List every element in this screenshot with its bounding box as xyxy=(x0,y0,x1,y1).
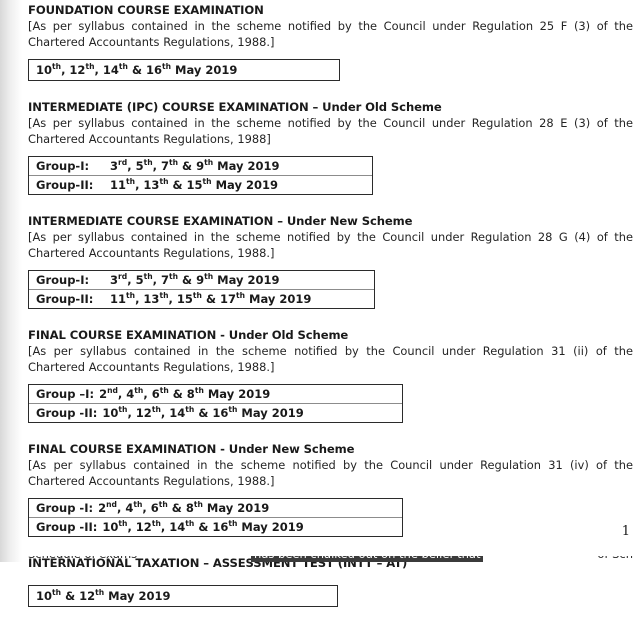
exam-date-row: Group -I: 2nd, 4th, 6th & 8th May 2019 xyxy=(29,499,402,517)
exam-date-row: Group –I: 2nd, 4th, 6th & 8th May 2019 xyxy=(29,385,402,403)
exam-dates: 10th & 12th May 2019 xyxy=(36,588,171,603)
section-heading: FINAL COURSE EXAMINATION - Under New Sch… xyxy=(28,442,355,456)
exam-date-row: 10th & 12th May 2019 xyxy=(29,586,337,606)
cutoff-text-left: Schedule of exams xyxy=(28,556,137,562)
exam-dates: 11th, 13th & 15th May 2019 xyxy=(110,177,278,192)
exam-date-row: 10th, 12th, 14th & 16th May 2019 xyxy=(29,60,339,80)
exam-dates: 2nd, 4th, 6th & 8th May 2019 xyxy=(98,500,270,515)
cutoff-text-right: of Sch xyxy=(597,556,633,562)
group-label: Group -I: xyxy=(36,501,94,515)
exam-dates-box: 10th, 12th, 14th & 16th May 2019 xyxy=(28,59,340,81)
exam-dates: 2nd, 4th, 6th & 8th May 2019 xyxy=(99,386,271,401)
exam-date-row: Group -II: 10th, 12th, 14th & 16th May 20… xyxy=(29,517,402,536)
exam-dates: 11th, 13th, 15th & 17th May 2019 xyxy=(110,291,312,306)
section-regulation-note: [As per syllabus contained in the scheme… xyxy=(28,344,633,374)
exam-schedule-list: FOUNDATION COURSE EXAMINATION [As per syl… xyxy=(28,3,633,620)
exam-dates-box: Group-I: 3rd, 5th, 7th & 9th May 2019 Grou… xyxy=(28,270,375,309)
exam-section-intermediate-new: INTERMEDIATE COURSE EXAMINATION – Under … xyxy=(28,214,633,328)
group-label: Group-II: xyxy=(36,292,94,306)
exam-dates-box: Group -I: 2nd, 4th, 6th & 8th May 2019 Gro… xyxy=(28,498,403,537)
cutoff-partial-line: Schedule of exams has been chalked out o… xyxy=(0,556,639,562)
exam-dates: 10th, 12th, 14th & 16th May 2019 xyxy=(36,62,238,77)
section-heading: FOUNDATION COURSE EXAMINATION xyxy=(28,3,264,17)
exam-section-intermediate-ipc-old: INTERMEDIATE (IPC) COURSE EXAMINATION – … xyxy=(28,100,633,214)
section-heading: INTERMEDIATE (IPC) COURSE EXAMINATION – … xyxy=(28,100,442,114)
section-regulation-note: [As per syllabus contained in the scheme… xyxy=(28,116,633,146)
exam-date-row: Group-II: 11th, 13th, 15th & 17th May 201… xyxy=(29,289,374,308)
exam-dates: 10th, 12th, 14th & 16th May 2019 xyxy=(102,519,304,534)
group-label: Group -II: xyxy=(36,406,98,420)
exam-section-foundation: FOUNDATION COURSE EXAMINATION [As per syl… xyxy=(28,3,633,100)
exam-date-row: Group-I: 3rd, 5th, 7th & 9th May 2019 xyxy=(29,271,374,289)
page-number: 1 xyxy=(621,524,630,539)
exam-date-row: Group -II: 10th, 12th, 14th & 16th May 20… xyxy=(29,403,402,422)
cutoff-text-middle: has been chalked out on the belief that xyxy=(251,556,484,562)
section-regulation-note: [As per syllabus contained in the scheme… xyxy=(28,19,633,49)
exam-date-row: Group-II: 11th, 13th & 15th May 2019 xyxy=(29,175,372,194)
exam-section-intt-at: INTERNATIONAL TAXATION – ASSESSMENT TEST… xyxy=(28,556,633,620)
exam-dates-box: Group-I: 3rd, 5th, 7th & 9th May 2019 Grou… xyxy=(28,156,373,195)
group-label: Group-I: xyxy=(36,273,90,287)
group-label: Group -II: xyxy=(36,520,98,534)
section-heading: INTERMEDIATE COURSE EXAMINATION – Under … xyxy=(28,214,413,228)
document-page: FOUNDATION COURSE EXAMINATION [As per syl… xyxy=(0,0,639,607)
section-heading: FINAL COURSE EXAMINATION - Under Old Sch… xyxy=(28,328,349,342)
group-label: Group-II: xyxy=(36,178,94,192)
exam-section-final-new: FINAL COURSE EXAMINATION - Under New Sch… xyxy=(28,442,633,556)
exam-dates: 3rd, 5th, 7th & 9th May 2019 xyxy=(110,158,280,173)
exam-dates-box: 10th & 12th May 2019 xyxy=(28,585,338,607)
section-regulation-note: [As per syllabus contained in the scheme… xyxy=(28,230,633,260)
exam-dates: 3rd, 5th, 7th & 9th May 2019 xyxy=(110,272,280,287)
exam-section-final-old: FINAL COURSE EXAMINATION - Under Old Sch… xyxy=(28,328,633,442)
exam-date-row: Group-I: 3rd, 5th, 7th & 9th May 2019 xyxy=(29,157,372,175)
group-label: Group-I: xyxy=(36,159,90,173)
section-regulation-note: [As per syllabus contained in the scheme… xyxy=(28,458,633,488)
group-label: Group –I: xyxy=(36,387,95,401)
exam-dates: 10th, 12th, 14th & 16th May 2019 xyxy=(102,405,304,420)
exam-dates-box: Group –I: 2nd, 4th, 6th & 8th May 2019 Gro… xyxy=(28,384,403,423)
